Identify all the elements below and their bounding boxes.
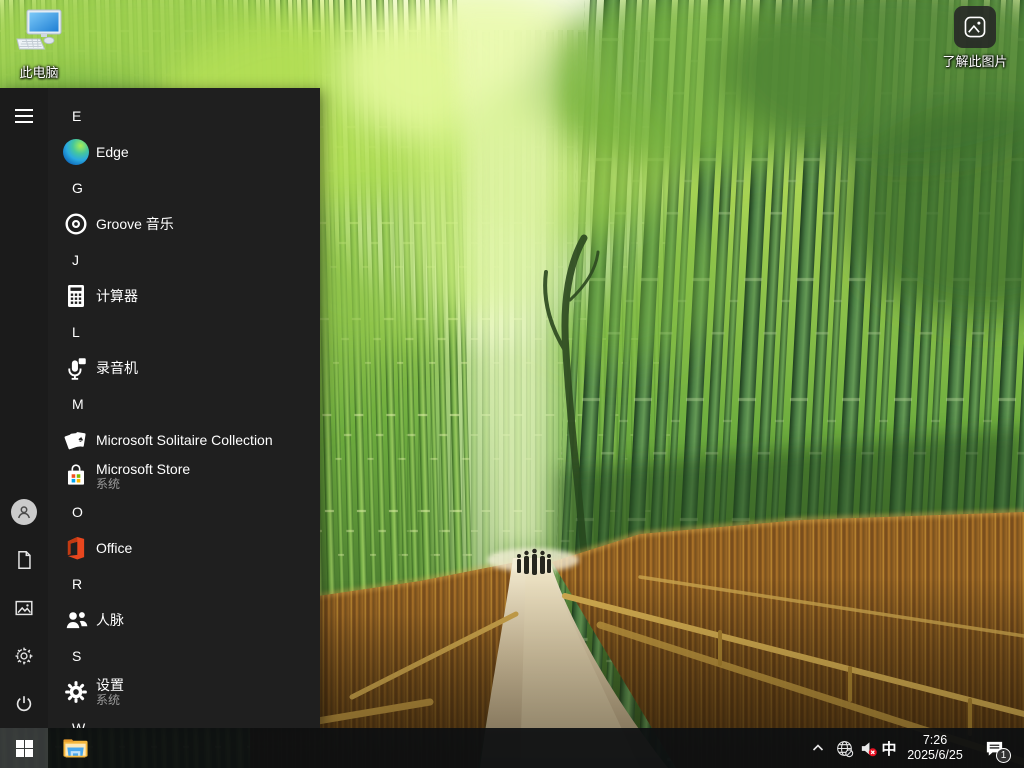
globe-no-internet-icon — [835, 739, 854, 758]
notification-badge: 1 — [996, 748, 1011, 763]
chevron-up-icon — [810, 740, 826, 756]
taskbar: 中 7:26 2025/6/25 1 — [0, 728, 1024, 768]
power-icon — [13, 693, 35, 715]
app-label: Groove 音乐 — [96, 216, 174, 232]
start-menu-rail — [0, 88, 48, 728]
app-item-voice-recorder[interactable]: 录音机 — [48, 350, 320, 386]
start-menu-expand-button[interactable] — [10, 102, 38, 130]
app-label: Edge — [96, 144, 129, 160]
this-pc-label: 此电脑 — [19, 62, 58, 81]
app-item-store[interactable]: Microsoft Store系统 — [48, 458, 320, 494]
app-item-settings[interactable]: 设置系统 — [48, 674, 320, 710]
app-label: 录音机 — [96, 360, 138, 376]
app-label: 人脉 — [96, 612, 124, 628]
section-letter-E[interactable]: E — [48, 98, 320, 134]
account-button[interactable] — [10, 498, 38, 526]
section-letter-M[interactable]: M — [48, 386, 320, 422]
section-letter-W[interactable]: W — [48, 710, 320, 728]
pictures-icon — [13, 597, 35, 619]
speaker-muted-icon — [859, 739, 878, 758]
office-icon — [62, 534, 90, 562]
section-letter-L[interactable]: L — [48, 314, 320, 350]
documents-button[interactable] — [10, 546, 38, 574]
rail-settings-button[interactable] — [10, 642, 38, 670]
app-label: 设置 — [96, 677, 124, 693]
solitaire-icon: ♠ — [62, 426, 90, 454]
user-avatar-icon — [11, 499, 37, 525]
document-icon — [13, 549, 35, 571]
section-letter-G[interactable]: G — [48, 170, 320, 206]
app-subtitle: 系统 — [96, 693, 124, 707]
app-subtitle: 系统 — [96, 477, 190, 491]
clock-date: 2025/6/25 — [907, 748, 963, 763]
app-item-groove[interactable]: Groove 音乐 — [48, 206, 320, 242]
file-explorer-icon — [62, 736, 89, 760]
app-item-calculator[interactable]: 计算器 — [48, 278, 320, 314]
hamburger-icon — [15, 109, 33, 123]
app-label: Microsoft Store — [96, 461, 190, 477]
clock[interactable]: 7:26 2025/6/25 — [900, 728, 970, 768]
pictures-button[interactable] — [10, 594, 38, 622]
start-app-list: E Edge G Groove 音乐 J 计算器 L 录音机 M ♠ Microsoft Solit… — [48, 88, 320, 728]
windows-logo-icon — [16, 740, 33, 757]
app-item-people[interactable]: 人脉 — [48, 602, 320, 638]
app-label: Office — [96, 540, 132, 556]
clock-time: 7:26 — [923, 733, 947, 748]
section-letter-S[interactable]: S — [48, 638, 320, 674]
app-label: 计算器 — [96, 288, 138, 304]
groove-icon — [62, 210, 90, 238]
ime-indicator[interactable]: 中 — [878, 728, 900, 768]
app-label: Microsoft Solitaire Collection — [96, 432, 273, 448]
desktop-icon-this-pc[interactable]: 此电脑 — [0, 8, 78, 81]
app-item-edge[interactable]: Edge — [48, 134, 320, 170]
section-letter-O[interactable]: O — [48, 494, 320, 530]
action-center-button[interactable]: 1 — [972, 728, 1016, 768]
volume-button[interactable] — [856, 728, 880, 768]
tray-overflow-button[interactable] — [806, 728, 830, 768]
app-item-office[interactable]: Office — [48, 530, 320, 566]
app-item-solitaire[interactable]: ♠ Microsoft Solitaire Collection — [48, 422, 320, 458]
calculator-icon — [62, 282, 90, 310]
settings-icon — [62, 678, 90, 706]
gear-icon — [13, 645, 35, 667]
section-letter-J[interactable]: J — [48, 242, 320, 278]
people-icon — [62, 606, 90, 634]
voice-recorder-icon — [62, 354, 90, 382]
desktop: 此电脑 了解此图片 — [0, 0, 1024, 768]
picture-info-icon — [954, 6, 996, 48]
edge-icon — [62, 138, 90, 166]
network-status-button[interactable] — [832, 728, 856, 768]
power-button[interactable] — [10, 690, 38, 718]
this-pc-icon — [13, 8, 65, 59]
start-menu: E Edge G Groove 音乐 J 计算器 L 录音机 M ♠ Microsoft Solit… — [0, 88, 320, 728]
start-button[interactable] — [0, 728, 48, 768]
store-icon — [62, 462, 90, 490]
section-letter-R[interactable]: R — [48, 566, 320, 602]
desktop-icon-learn-about-picture[interactable]: 了解此图片 — [936, 6, 1014, 70]
file-explorer-button[interactable] — [52, 728, 98, 768]
spotlight-label: 了解此图片 — [942, 51, 1007, 70]
